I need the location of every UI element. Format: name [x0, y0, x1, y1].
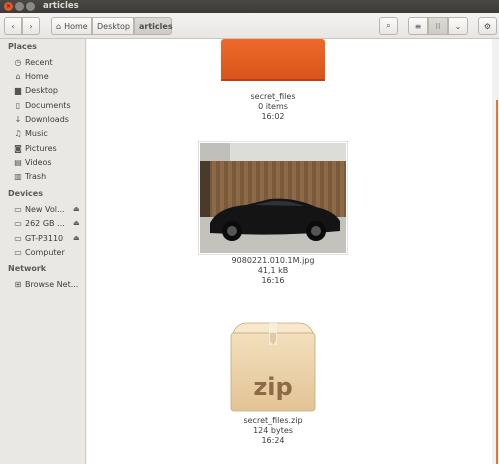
title-bar: ✕ articles: [0, 0, 499, 13]
grid-view-button[interactable]: ⁝⁝: [428, 17, 448, 35]
search-button[interactable]: ⌕: [379, 17, 398, 35]
breadcrumb-home[interactable]: ⌂ Home: [51, 17, 92, 35]
sidebar-item-computer[interactable]: ▭ Computer: [13, 246, 85, 259]
window-title: articles: [43, 1, 79, 11]
list-view-button[interactable]: ≡: [408, 17, 428, 35]
home-icon: ⌂: [15, 72, 21, 81]
toolbar: ‹ › ⌂ Home Desktop articles ⌕ ≡ ⁝⁝ ⌄ ⚙: [0, 13, 499, 39]
file-time: 16:02: [261, 112, 285, 121]
search-icon: ⌕: [386, 21, 391, 30]
sidebar: Places ◷ Recent ⌂ Home ▆ Desktop ▯ Documents…: [0, 39, 86, 464]
sidebar-section-devices: Devices: [8, 189, 43, 198]
sidebar-item-trash[interactable]: ▥ Trash: [13, 170, 85, 183]
sidebar-item-downloads[interactable]: ↓ Downloads: [13, 113, 85, 126]
sidebar-section-network: Network: [8, 264, 47, 273]
drive-icon: ▭: [14, 219, 22, 228]
file-item-zip[interactable]: zip secret_files.zip 124 bytes 16:24: [193, 319, 353, 459]
view-options-button[interactable]: ⌄: [448, 17, 468, 35]
film-icon: ▤: [14, 158, 22, 167]
back-button[interactable]: ‹: [4, 17, 22, 35]
sidebar-item-recent[interactable]: ◷ Recent: [13, 56, 85, 69]
gear-icon: ⚙: [483, 21, 492, 31]
file-item-image[interactable]: 9080221.010.1M.jpg 41,1 kB 16:16: [193, 141, 353, 291]
drive-icon: ▭: [14, 234, 22, 243]
download-icon: ↓: [14, 115, 22, 124]
clock-icon: ◷: [14, 58, 22, 67]
folder-icon: [221, 39, 325, 81]
close-window-button[interactable]: ✕: [4, 2, 13, 11]
trash-icon: ▥: [14, 172, 22, 181]
eject-icon[interactable]: ⏏: [73, 234, 80, 242]
chevron-down-icon: ⌄: [454, 21, 462, 31]
file-name: secret_files: [250, 92, 296, 101]
forward-button[interactable]: ›: [22, 17, 40, 35]
list-icon: ≡: [414, 21, 422, 31]
breadcrumb-desktop[interactable]: Desktop: [92, 17, 134, 35]
file-view: secret_files 0 items 16:02 9080221.010.1…: [87, 39, 492, 464]
grid-icon: ⁝⁝: [435, 21, 441, 31]
chevron-left-icon: ‹: [11, 21, 15, 31]
drive-icon: ▭: [14, 205, 22, 214]
eject-icon[interactable]: ⏏: [73, 219, 80, 227]
sidebar-item-browse-network[interactable]: ⊞ Browse Net...: [13, 278, 85, 291]
sidebar-item-music[interactable]: ♫ Music: [13, 127, 85, 140]
sidebar-item-documents[interactable]: ▯ Documents: [13, 99, 85, 112]
drive-icon: ▭: [14, 248, 22, 257]
file-meta: 124 bytes: [253, 426, 293, 435]
sidebar-section-places: Places: [8, 42, 37, 51]
home-icon: ⌂: [56, 21, 62, 31]
sidebar-item-home[interactable]: ⌂ Home: [13, 70, 85, 83]
camera-icon: ◙: [14, 144, 22, 153]
image-thumbnail: [198, 141, 348, 255]
file-item-folder[interactable]: secret_files 0 items 16:02: [193, 39, 353, 125]
file-time: 16:24: [261, 436, 285, 445]
file-time: 16:16: [261, 276, 285, 285]
desktop-icon: ▆: [14, 86, 22, 95]
music-icon: ♫: [14, 129, 22, 138]
archive-box-icon: zip: [230, 322, 316, 412]
maximize-window-button[interactable]: [26, 2, 35, 11]
chevron-right-icon: ›: [29, 21, 33, 31]
minimize-window-button[interactable]: [15, 2, 24, 11]
eject-icon[interactable]: ⏏: [73, 205, 80, 213]
settings-button[interactable]: ⚙: [478, 17, 497, 35]
file-name: secret_files.zip: [243, 416, 303, 425]
file-name: 9080221.010.1M.jpg: [231, 256, 315, 265]
sidebar-item-videos[interactable]: ▤ Videos: [13, 156, 85, 169]
zip-badge: zip: [253, 373, 292, 401]
file-meta: 41,1 kB: [257, 266, 289, 275]
document-icon: ▯: [15, 101, 21, 110]
vertical-scrollbar[interactable]: [496, 100, 498, 464]
sidebar-item-desktop[interactable]: ▆ Desktop: [13, 84, 85, 97]
file-meta: 0 items: [258, 102, 288, 111]
network-icon: ⊞: [14, 280, 22, 289]
breadcrumb-articles[interactable]: articles: [134, 17, 173, 35]
sidebar-item-pictures[interactable]: ◙ Pictures: [13, 142, 85, 155]
